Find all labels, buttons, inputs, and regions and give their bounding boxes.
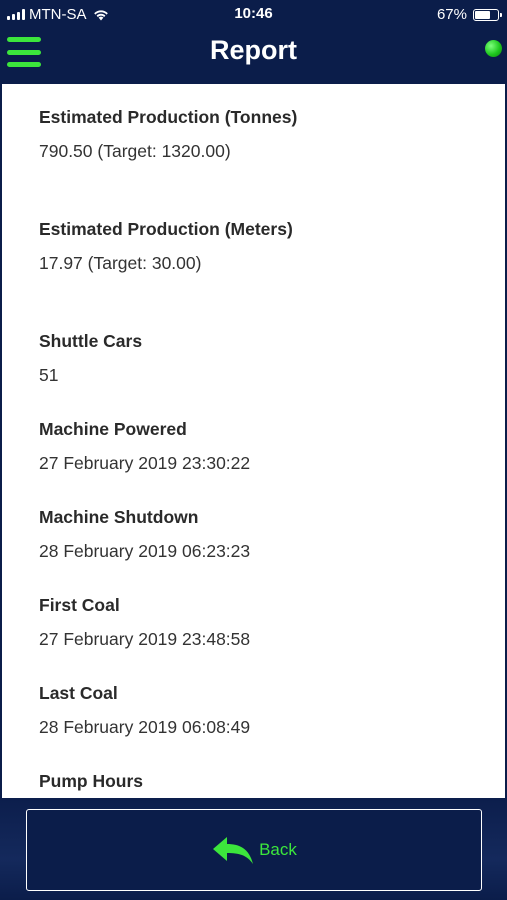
field-label: Estimated Production (Tonnes) — [39, 107, 298, 127]
field-value: 27 February 2019 23:48:58 — [39, 629, 251, 649]
field-first-coal: First Coal 27 February 2019 23:48:58 — [39, 595, 250, 650]
back-label: Back — [259, 840, 297, 859]
field-label: Pump Hours — [39, 771, 144, 791]
connection-status-icon — [485, 40, 502, 57]
field-label: Last Coal — [39, 683, 118, 703]
field-value: 28 February 2019 06:08:49 — [39, 717, 251, 737]
status-right: 67% — [436, 6, 502, 23]
field-label: First Coal — [39, 595, 120, 615]
field-value: 17.97 (Target: 30.00) — [39, 253, 202, 273]
field-value: 27 February 2019 23:30:22 — [39, 453, 251, 473]
field-estimated-production-meters: Estimated Production (Meters) 17.97 (Tar… — [39, 219, 293, 274]
field-pump-hours: Pump Hours — [39, 771, 143, 798]
field-label: Shuttle Cars — [39, 331, 143, 351]
field-value: 28 February 2019 06:23:23 — [39, 541, 251, 561]
field-machine-shutdown: Machine Shutdown 28 February 2019 06:23:… — [39, 507, 250, 562]
report-content[interactable]: Estimated Production (Tonnes) 790.50 (Ta… — [2, 84, 505, 798]
field-estimated-production-tonnes: Estimated Production (Tonnes) 790.50 (Ta… — [39, 107, 297, 162]
field-shuttle-cars: Shuttle Cars 51 — [39, 331, 142, 386]
field-label: Estimated Production (Meters) — [39, 219, 293, 239]
field-label: Machine Powered — [39, 419, 187, 439]
app-header: Report — [0, 28, 507, 82]
field-value: 51 — [39, 365, 59, 385]
field-value: 790.50 (Target: 1320.00) — [39, 141, 231, 161]
status-time: 10:46 — [234, 5, 273, 22]
footer: Back — [0, 798, 507, 900]
battery-percentage: 67% — [436, 6, 467, 23]
status-bar: MTN-SA 10:46 67% — [0, 0, 507, 28]
battery-icon — [473, 8, 502, 21]
page-title: Report — [210, 35, 297, 65]
field-label: Machine Shutdown — [39, 507, 199, 527]
report-screen: MTN-SA 10:46 67% Report Estimated Produc… — [0, 0, 507, 900]
back-arrow-icon — [213, 837, 254, 864]
back-button[interactable]: Back — [26, 809, 482, 891]
field-last-coal: Last Coal 28 February 2019 06:08:49 — [39, 683, 250, 738]
field-machine-powered: Machine Powered 27 February 2019 23:30:2… — [39, 419, 250, 474]
